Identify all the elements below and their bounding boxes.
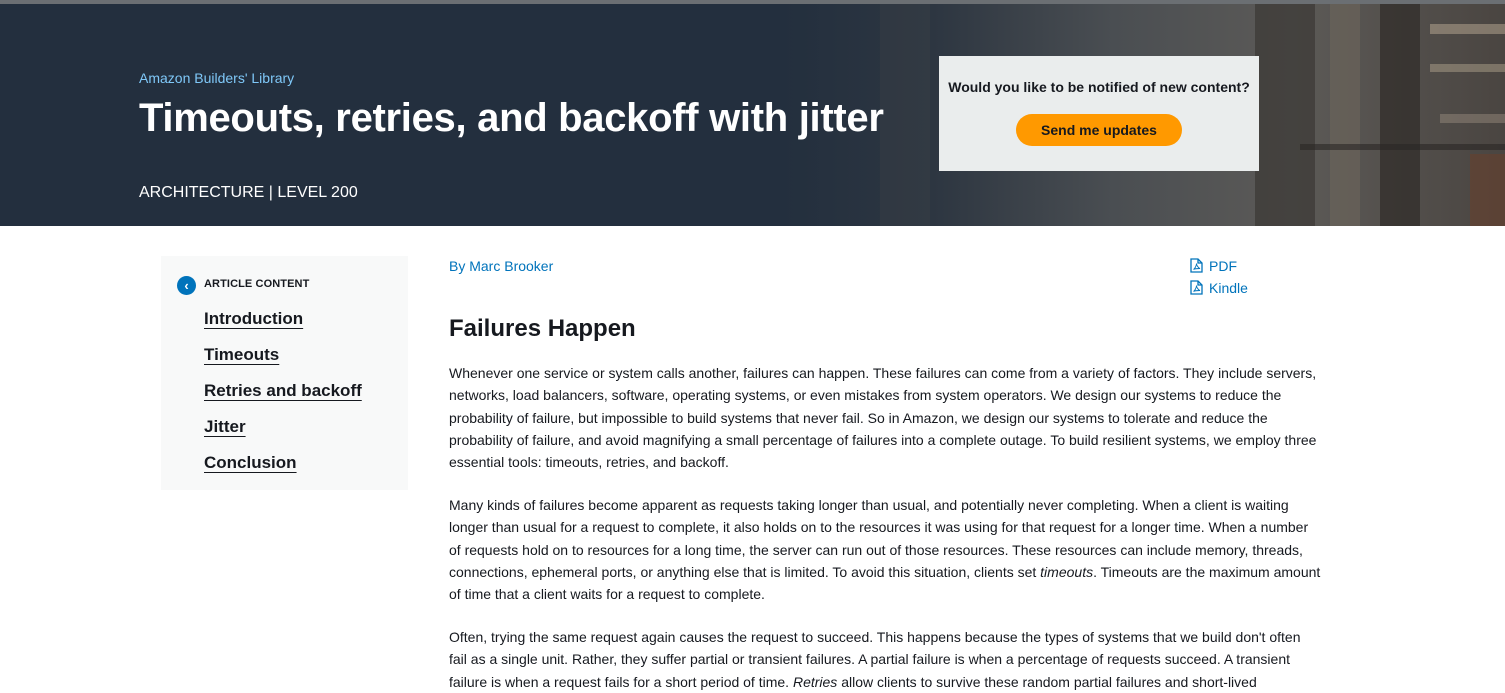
toc-item-conclusion[interactable]: Conclusion (204, 453, 297, 473)
toc-heading: ARTICLE CONTENT (204, 278, 310, 290)
toc-item-jitter[interactable]: Jitter (204, 417, 246, 437)
paragraph-3-text-b: allow clients to survive these random pa… (837, 673, 1257, 690)
toc-item-introduction[interactable]: Introduction (204, 309, 303, 329)
kindle-label: Kindle (1209, 280, 1248, 296)
kindle-download-link[interactable]: Kindle (1190, 280, 1248, 296)
send-updates-button[interactable]: Send me updates (1016, 114, 1182, 146)
paragraph-3: Often, trying the same request again cau… (449, 626, 1321, 693)
paragraph-2-emphasis: timeouts (1040, 563, 1094, 580)
toc-item-retries-and-backoff[interactable]: Retries and backoff (204, 381, 362, 401)
paragraph-3-emphasis: Retries (792, 673, 838, 690)
pdf-label: PDF (1209, 258, 1237, 274)
notify-box: Would you like to be notified of new con… (939, 56, 1259, 171)
hero-banner: Amazon Builders' Library Timeouts, retri… (0, 4, 1505, 226)
kindle-file-icon (1190, 280, 1203, 295)
pdf-file-icon (1190, 258, 1203, 273)
article-content-nav: ‹ ARTICLE CONTENT Introduction Timeouts … (161, 256, 408, 490)
page-title: Timeouts, retries, and backoff with jitt… (139, 96, 884, 140)
author-link[interactable]: By Marc Brooker (449, 258, 553, 274)
section-heading: Failures Happen (449, 315, 636, 342)
paragraph-1: Whenever one service or system calls ano… (449, 365, 1317, 471)
article-meta: ARCHITECTURE | LEVEL 200 (139, 184, 358, 201)
toc-item-timeouts[interactable]: Timeouts (204, 345, 279, 365)
eyebrow-link[interactable]: Amazon Builders' Library (139, 70, 294, 86)
paragraph-2: Many kinds of failures become apparent a… (449, 494, 1321, 605)
notify-question: Would you like to be notified of new con… (948, 79, 1250, 95)
pdf-download-link[interactable]: PDF (1190, 258, 1237, 274)
chevron-left-icon[interactable]: ‹ (177, 276, 196, 295)
